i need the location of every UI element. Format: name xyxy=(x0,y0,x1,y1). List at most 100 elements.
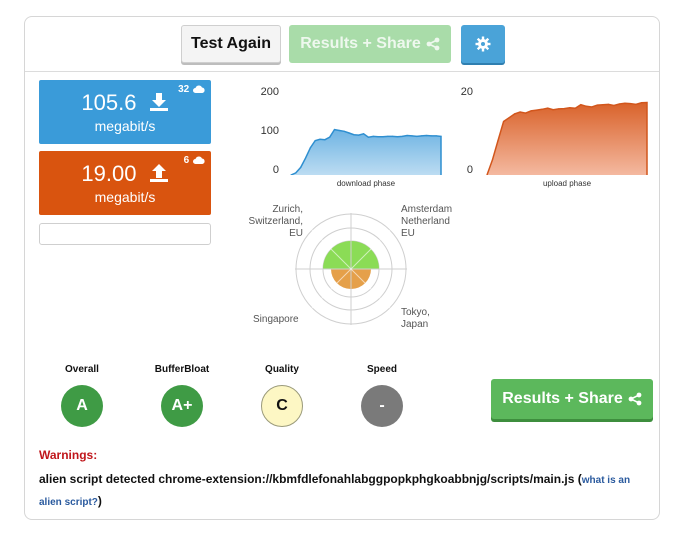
chart-point xyxy=(406,134,408,137)
warnings-title: Warnings: xyxy=(39,448,98,462)
cloud-icon xyxy=(193,156,205,164)
chart-point xyxy=(536,109,538,111)
chart-point xyxy=(416,135,418,137)
chart-point xyxy=(348,132,350,134)
chart-point xyxy=(613,104,615,107)
chart-point xyxy=(624,102,626,104)
toolbar: Test Again Results + Share xyxy=(25,17,659,72)
upload-caption: upload phase xyxy=(542,179,592,188)
download-tick-100: 100 xyxy=(260,125,279,137)
chart-point xyxy=(372,135,374,137)
download-connections: 32 xyxy=(178,84,190,95)
chart-point xyxy=(569,107,571,109)
upload-chart xyxy=(486,101,648,175)
chart-point xyxy=(396,136,399,138)
chart-point xyxy=(503,120,505,123)
chart-point xyxy=(646,101,648,104)
upload-tick-20: 20 xyxy=(460,86,473,98)
download-caption: download phase xyxy=(336,179,396,188)
upload-speed-box: 19.00 megabit/s 6 xyxy=(39,151,211,215)
chart-point xyxy=(596,104,598,106)
chart-point xyxy=(401,135,403,137)
grade-title-bufferbloat: BufferBloat xyxy=(154,364,210,375)
grade-overall: A xyxy=(61,385,103,427)
chart-point xyxy=(618,103,620,105)
upload-unit: megabit/s xyxy=(94,189,156,205)
results-share-big-label: Results + Share xyxy=(502,390,623,407)
server-label-amsterdam: Amsterdam Netherland EU xyxy=(401,204,453,239)
results-share-button-top[interactable]: Results + Share xyxy=(289,25,451,63)
upload-value: 19.00 xyxy=(81,161,137,186)
chart-point xyxy=(519,111,521,113)
server-label-singapore: Singapore xyxy=(253,314,299,325)
chart-point xyxy=(580,104,582,106)
download-chart xyxy=(290,128,442,175)
download-value: 105.6 xyxy=(81,90,137,115)
upload-icon xyxy=(149,164,168,182)
chart-point xyxy=(640,102,643,104)
download-connections-badge: 32 xyxy=(178,84,205,95)
gear-icon xyxy=(475,36,491,52)
download-speed-box: 105.6 megabit/s 32 xyxy=(39,80,211,144)
chart-point xyxy=(430,135,432,137)
chart-point xyxy=(585,105,587,107)
chart-point xyxy=(635,103,637,105)
chart-point xyxy=(377,136,379,138)
result-field xyxy=(39,223,211,245)
chart-point xyxy=(552,109,554,111)
warning-close-paren: ) xyxy=(97,494,102,508)
chart-point xyxy=(363,133,365,135)
chart-point xyxy=(367,136,369,138)
download-icon xyxy=(149,93,168,111)
chart-point xyxy=(392,135,394,137)
chart-point xyxy=(563,108,565,110)
warning-text: alien script detected chrome-extension:/… xyxy=(39,472,582,486)
server-label-zurich: Zurich, Switzerland, EU xyxy=(248,204,303,239)
chart-point xyxy=(435,135,437,137)
results-share-button[interactable]: Results + Share xyxy=(491,379,653,419)
chart-point xyxy=(514,113,516,115)
chart-point xyxy=(547,107,549,109)
share-icon xyxy=(628,392,642,406)
chart-area xyxy=(487,102,647,175)
grade-title-speed: Speed xyxy=(366,364,397,375)
chart-point xyxy=(300,166,302,168)
chart-point xyxy=(541,108,543,110)
chart-point xyxy=(319,138,321,140)
chart-point xyxy=(382,136,384,138)
chart-point xyxy=(574,107,576,109)
upload-connections-badge: 6 xyxy=(184,155,205,166)
chart-point xyxy=(602,104,604,106)
chart-point xyxy=(353,134,355,136)
warning-message: alien script detected chrome-extension:/… xyxy=(39,469,639,513)
chart-point xyxy=(591,106,593,108)
server-label-tokyo: Tokyo, Japan xyxy=(401,307,430,330)
cloud-icon xyxy=(193,85,205,93)
chart-point xyxy=(333,129,336,131)
grade-title-quality: Quality xyxy=(265,364,299,375)
server-latency-chart xyxy=(295,213,407,325)
download-tick-0: 0 xyxy=(272,164,279,176)
download-tick-200: 200 xyxy=(260,86,279,98)
chart-point xyxy=(295,172,297,174)
grade-quality: C xyxy=(261,385,303,427)
share-icon xyxy=(426,37,440,51)
chart-point xyxy=(387,135,389,137)
upload-tick-0: 0 xyxy=(466,164,473,176)
chart-point xyxy=(425,134,428,137)
grade-title-overall: Overall xyxy=(65,364,99,375)
settings-button[interactable] xyxy=(461,25,505,63)
chart-point xyxy=(358,134,360,136)
chart-point xyxy=(530,110,532,112)
test-again-button[interactable]: Test Again xyxy=(181,25,281,63)
chart-point xyxy=(324,139,326,141)
chart-point xyxy=(491,159,494,161)
chart-point xyxy=(411,135,413,137)
chart-point xyxy=(508,117,510,119)
grade-bufferbloat: A+ xyxy=(161,385,203,427)
chart-point xyxy=(314,140,316,142)
upload-connections: 6 xyxy=(183,155,190,166)
chart-point xyxy=(338,129,340,132)
results-share-label: Results + Share xyxy=(300,35,421,52)
chart-point xyxy=(329,136,331,138)
